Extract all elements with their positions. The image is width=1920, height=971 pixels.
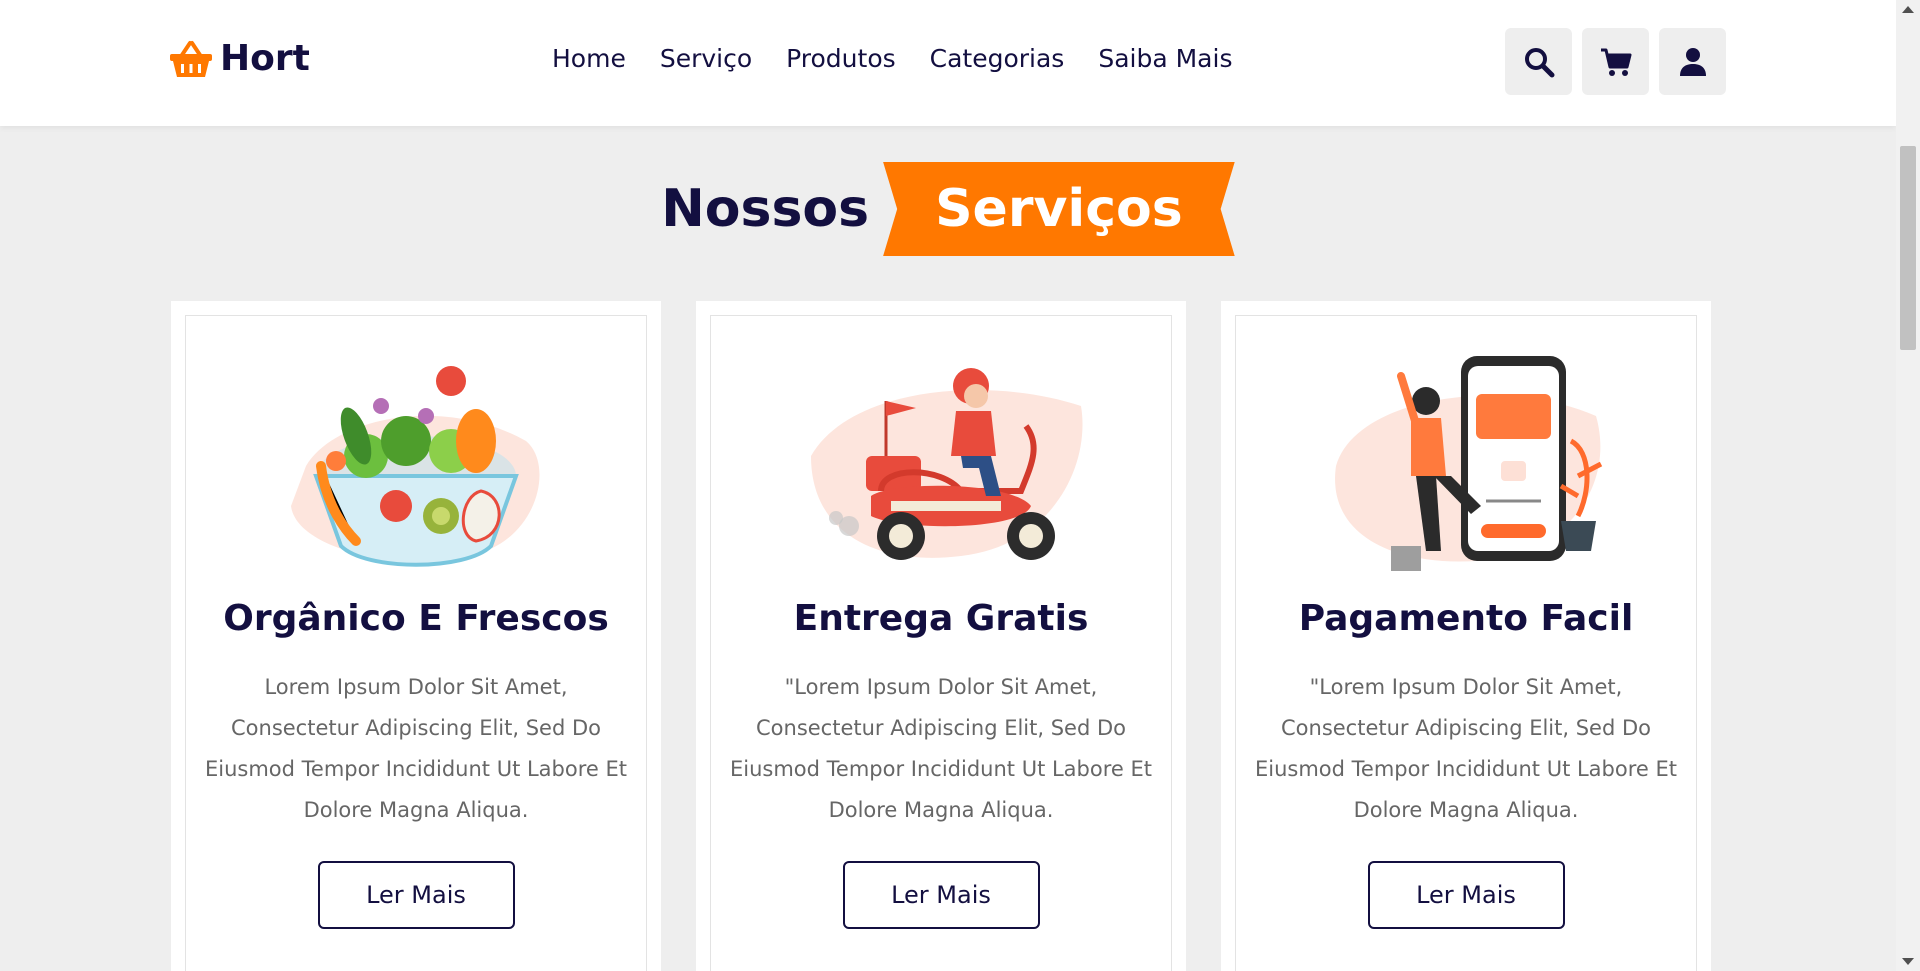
service-card-delivery: Entrega Gratis "Lorem Ipsum Dolor Sit Am… (696, 301, 1186, 971)
heading-part-1: Nossos (661, 179, 870, 239)
nav-servico[interactable]: Serviço (660, 44, 752, 73)
read-more-button[interactable]: Ler Mais (842, 861, 1040, 929)
read-more-button[interactable]: Ler Mais (317, 861, 515, 929)
user-icon (1679, 47, 1706, 76)
logo[interactable]: Hort (168, 38, 310, 79)
card-title: Pagamento Facil (1298, 598, 1634, 639)
main-nav: Home Serviço Produtos Categorias Saiba M… (552, 44, 1232, 73)
nav-produtos[interactable]: Produtos (786, 44, 896, 73)
site-header: Hort Home Serviço Produtos Categorias Sa… (0, 0, 1896, 126)
vegetable-bowl-illustration (291, 366, 540, 567)
scroll-thumb[interactable] (1900, 146, 1916, 350)
services-cards: Orgânico E Frescos Lorem Ipsum Dolor Sit… (171, 301, 1711, 971)
read-more-button[interactable]: Ler Mais (1367, 861, 1565, 929)
section-heading: Nossos Serviços (0, 162, 1896, 256)
cart-icon (1600, 48, 1631, 76)
scroll-up-arrow-icon[interactable] (1902, 6, 1914, 13)
heading-part-2-badge: Serviços (883, 162, 1235, 256)
delivery-scooter-illustration (811, 368, 1083, 560)
nav-categorias[interactable]: Categorias (930, 44, 1065, 73)
service-card-organic: Orgânico E Frescos Lorem Ipsum Dolor Sit… (171, 301, 661, 971)
card-text: Lorem Ipsum Dolor Sit Amet, Consectetur … (205, 675, 627, 822)
header-icons (1505, 28, 1726, 95)
user-button[interactable] (1659, 28, 1726, 95)
card-title: Entrega Gratis (793, 598, 1089, 639)
card-inner: Entrega Gratis "Lorem Ipsum Dolor Sit Am… (710, 315, 1172, 971)
mobile-payment-illustration (1335, 356, 1603, 571)
search-icon (1524, 47, 1554, 77)
card-inner: Orgânico E Frescos Lorem Ipsum Dolor Sit… (185, 315, 647, 971)
page-scrollbar[interactable] (1896, 0, 1920, 971)
nav-home[interactable]: Home (552, 44, 626, 73)
card-text: "Lorem Ipsum Dolor Sit Amet, Consectetur… (1255, 675, 1677, 822)
card-inner: Pagamento Facil "Lorem Ipsum Dolor Sit A… (1235, 315, 1697, 971)
cart-button[interactable] (1582, 28, 1649, 95)
service-card-payment: Pagamento Facil "Lorem Ipsum Dolor Sit A… (1221, 301, 1711, 971)
search-button[interactable] (1505, 28, 1572, 95)
card-text: "Lorem Ipsum Dolor Sit Amet, Consectetur… (730, 675, 1152, 822)
logo-text: Hort (220, 38, 310, 79)
card-title: Orgânico E Frescos (223, 598, 609, 639)
basket-icon (170, 40, 212, 77)
scroll-down-arrow-icon[interactable] (1902, 958, 1914, 965)
nav-saiba-mais[interactable]: Saiba Mais (1098, 44, 1232, 73)
